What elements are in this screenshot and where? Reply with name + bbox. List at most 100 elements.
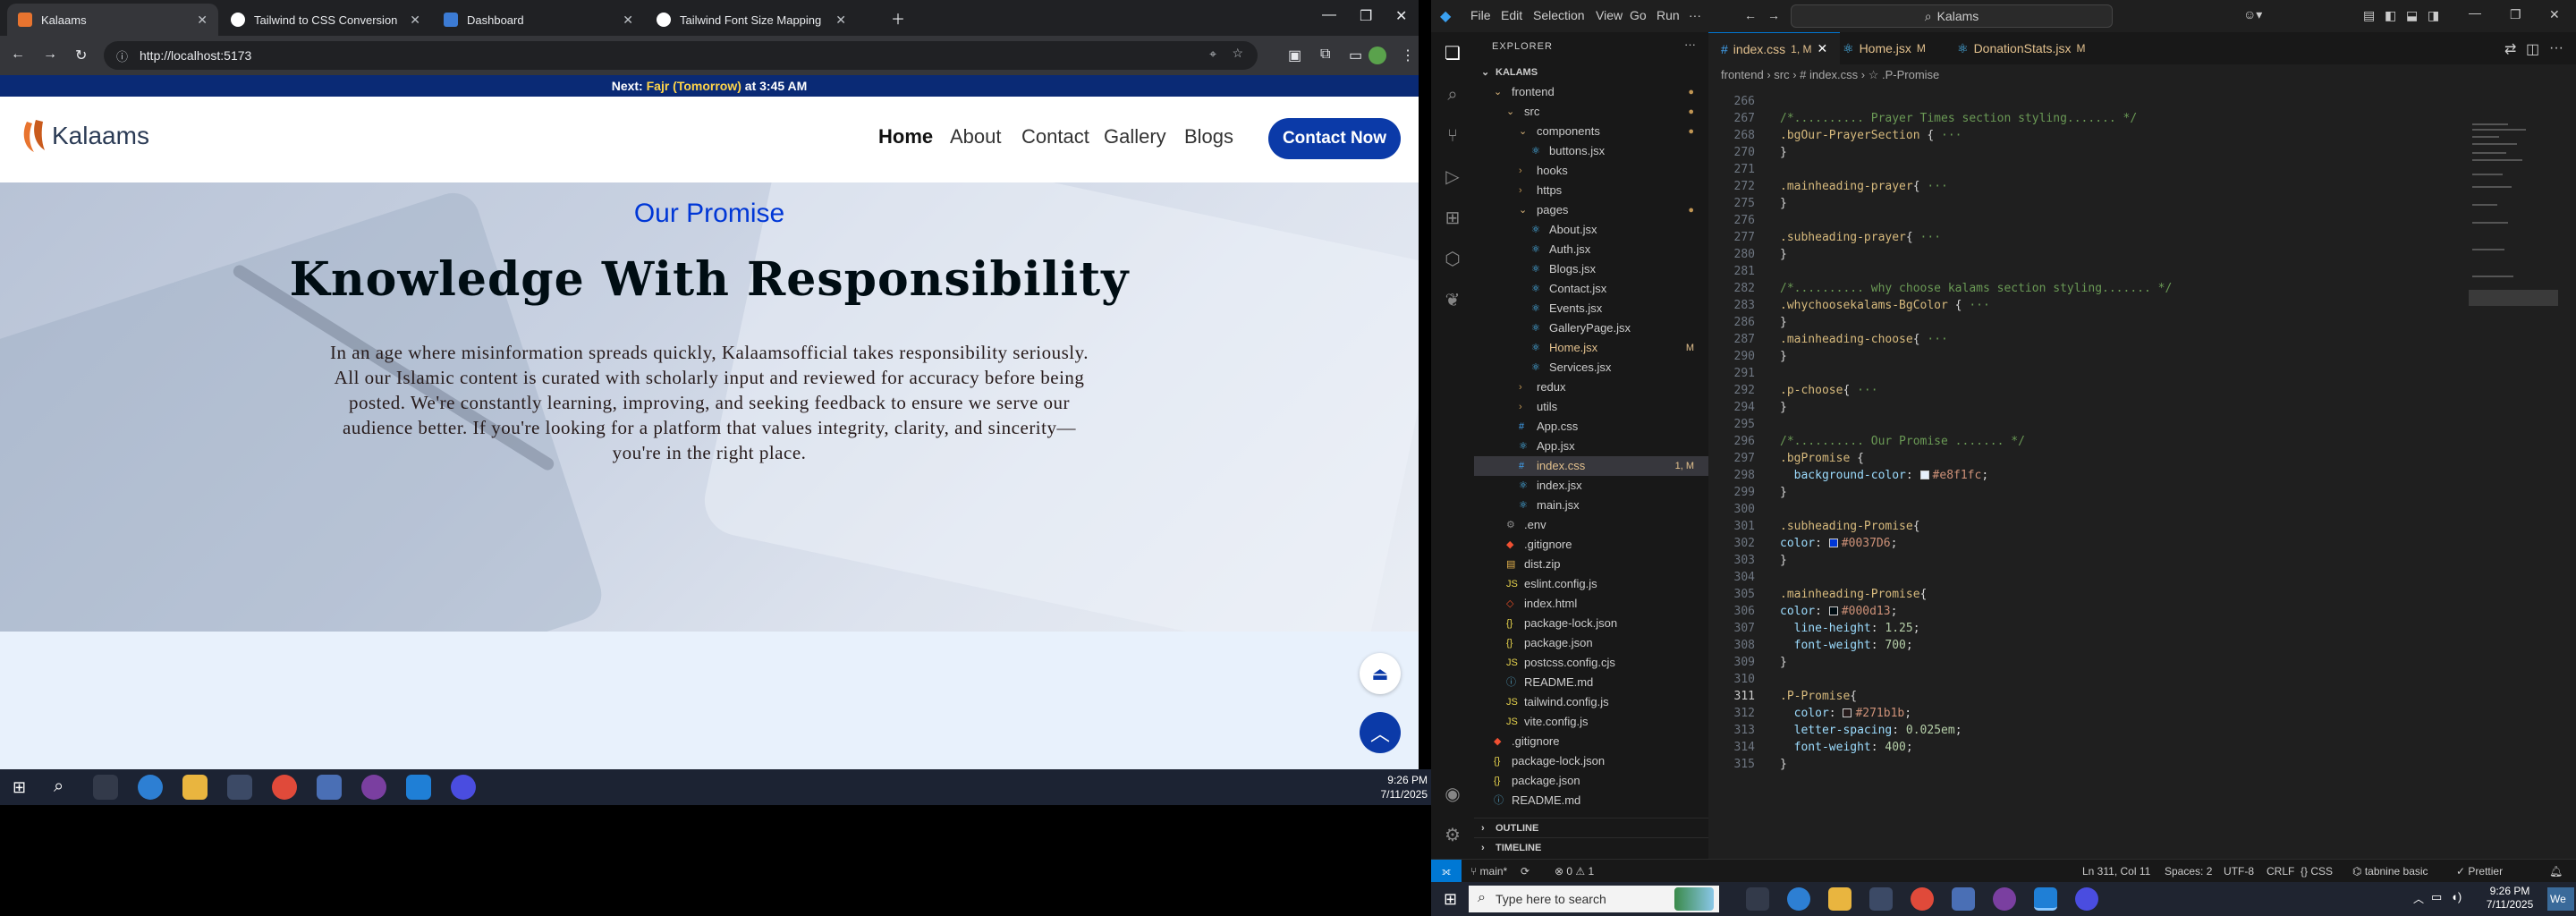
timeline-section[interactable]: › TIMELINE bbox=[1474, 837, 1708, 857]
code-line[interactable]: letter-spacing: 0.025em; bbox=[1780, 724, 1962, 737]
menu-view[interactable]: View bbox=[1596, 8, 1623, 22]
browser-tab-font-size[interactable]: Tailwind Font Size Mapping ✕ bbox=[646, 4, 857, 36]
code-line[interactable]: .subheading-Promise{ bbox=[1780, 520, 1920, 533]
minimap[interactable] bbox=[2469, 88, 2558, 445]
code-line[interactable]: } bbox=[1780, 486, 1787, 499]
editor-tab-home-jsx[interactable]: ⚛ Home.jsx M bbox=[1830, 32, 1938, 64]
new-tab-icon[interactable]: ＋ bbox=[891, 7, 905, 29]
encoding[interactable]: UTF-8 bbox=[2224, 865, 2254, 878]
tree-item[interactable]: ⚛ Auth.jsx bbox=[1474, 240, 1708, 259]
minimize-icon[interactable]: — bbox=[1322, 7, 1336, 23]
run-debug-icon[interactable]: ▷ bbox=[1440, 165, 1465, 190]
prettier-status[interactable]: ✓ Prettier bbox=[2456, 865, 2503, 878]
browser-tab-tailwind-css[interactable]: Tailwind to CSS Conversion ✕ bbox=[220, 4, 431, 36]
task-view-icon[interactable] bbox=[93, 775, 118, 800]
edge-icon[interactable] bbox=[138, 775, 163, 800]
tree-item[interactable]: JS postcss.config.cjs bbox=[1474, 653, 1708, 673]
tree-item[interactable]: JS tailwind.config.js bbox=[1474, 692, 1708, 712]
menu-run[interactable]: Run bbox=[1657, 8, 1680, 22]
tabnine-status[interactable]: ⌬ tabnine basic bbox=[2352, 865, 2428, 878]
tree-item[interactable]: ⚛ GalleryPage.jsx bbox=[1474, 318, 1708, 338]
code-line[interactable]: font-weight: 400; bbox=[1780, 741, 1913, 754]
close-tab-icon[interactable]: ✕ bbox=[410, 13, 420, 28]
close-tab-icon[interactable]: ✕ bbox=[623, 13, 633, 28]
app-icon[interactable] bbox=[317, 775, 342, 800]
edge-icon[interactable] bbox=[1787, 887, 1810, 911]
settings-gear-icon[interactable]: ⚙ bbox=[1440, 823, 1465, 848]
code-line[interactable]: .P-Promise{ bbox=[1780, 690, 1857, 703]
copilot-icon[interactable]: ☺▾ bbox=[2243, 7, 2262, 22]
tree-item[interactable]: › https bbox=[1474, 181, 1708, 200]
tree-item[interactable]: ⚛ Services.jsx bbox=[1474, 358, 1708, 377]
network-icon[interactable]: ▭ bbox=[2431, 890, 2442, 904]
code-line[interactable]: /*.......... why choose kalams section s… bbox=[1780, 282, 2172, 295]
code-line[interactable]: .mainheading-prayer{ ··· bbox=[1780, 180, 1948, 193]
code-line[interactable]: .mainheading-choose{ ··· bbox=[1780, 333, 1948, 346]
code-line[interactable]: color: #0037D6; bbox=[1780, 537, 1897, 550]
tree-item[interactable]: JS vite.config.js bbox=[1474, 712, 1708, 732]
tree-item[interactable]: › utils bbox=[1474, 397, 1708, 417]
nav-link-about[interactable]: About bbox=[950, 125, 1002, 148]
code-line[interactable]: /*.......... Prayer Times section stylin… bbox=[1780, 112, 2137, 125]
close-window-icon[interactable]: ✕ bbox=[1395, 7, 1407, 25]
code-line[interactable]: .bgOur-PrayerSection { ··· bbox=[1780, 129, 1962, 142]
close-window-icon[interactable]: ✕ bbox=[2549, 7, 2560, 22]
tree-item[interactable]: ⌄ components ● bbox=[1474, 122, 1708, 141]
source-control-icon[interactable]: ⑂ bbox=[1440, 123, 1465, 148]
problems-indicator[interactable]: ⊗ 0 ⚠ 1 bbox=[1555, 865, 1594, 878]
taskbar-search-box[interactable]: ⌕ Type here to search bbox=[1469, 886, 1719, 912]
bookmark-star-icon[interactable]: ☆ bbox=[1232, 46, 1243, 61]
tree-item[interactable]: {} package.json bbox=[1474, 771, 1708, 791]
cursor-position[interactable]: Ln 311, Col 11 bbox=[2082, 865, 2150, 878]
tree-item[interactable]: › redux bbox=[1474, 377, 1708, 397]
browser-tab-dashboard[interactable]: Dashboard ✕ bbox=[433, 4, 644, 36]
chrome-icon[interactable] bbox=[272, 775, 297, 800]
back-icon[interactable]: ← bbox=[11, 47, 25, 63]
file-explorer-icon[interactable] bbox=[1828, 887, 1852, 911]
sync-icon[interactable]: ⟳ bbox=[1521, 865, 1530, 878]
vscode-icon[interactable] bbox=[2034, 887, 2057, 911]
tree-item[interactable]: JS eslint.config.js bbox=[1474, 574, 1708, 594]
menu-go[interactable]: Go bbox=[1630, 8, 1647, 22]
tree-item[interactable]: ⚙ .env bbox=[1474, 515, 1708, 535]
editor-more-icon[interactable]: ··· bbox=[2549, 40, 2563, 56]
search-icon[interactable]: ⌕ bbox=[1440, 82, 1465, 107]
browser-menu-icon[interactable]: ⋮ bbox=[1401, 47, 1415, 64]
github-desktop-icon[interactable] bbox=[1993, 887, 2016, 911]
editor-tab-donationstats-jsx[interactable]: ⚛ DonationStats.jsx M bbox=[1945, 32, 2098, 64]
address-bar[interactable]: ⓘ http://localhost:5173 ⌖ ☆ bbox=[104, 41, 1258, 70]
code-editor[interactable]: 266 267 /*.......... Prayer Times section … bbox=[1708, 88, 2576, 821]
chrome-icon[interactable] bbox=[1911, 887, 1934, 911]
language-mode[interactable]: {} CSS bbox=[2301, 865, 2333, 878]
close-tab-icon[interactable]: ✕ bbox=[1818, 41, 1828, 56]
split-editor-icon[interactable]: ◫ bbox=[2526, 40, 2539, 58]
tree-item[interactable]: ⚛ index.jsx bbox=[1474, 476, 1708, 496]
code-line[interactable]: } bbox=[1780, 401, 1787, 414]
toggle-panel-icon[interactable]: ⬓ bbox=[2406, 8, 2418, 23]
remote-indicator-icon[interactable]: ⟗ bbox=[1431, 860, 1462, 882]
tree-item[interactable]: {} package-lock.json bbox=[1474, 751, 1708, 771]
code-line[interactable]: color: #271b1b; bbox=[1780, 707, 1911, 720]
account-icon[interactable]: ◉ bbox=[1440, 782, 1465, 807]
tree-item[interactable]: › hooks bbox=[1474, 161, 1708, 181]
tree-item[interactable]: ⚛ Blogs.jsx bbox=[1474, 259, 1708, 279]
profile-avatar[interactable] bbox=[1368, 47, 1386, 64]
tree-item[interactable]: ⚛ About.jsx bbox=[1474, 220, 1708, 240]
windows-start-icon[interactable]: ⊞ bbox=[1444, 890, 1457, 909]
code-line[interactable]: .p-choose{ ··· bbox=[1780, 384, 1878, 397]
tree-item[interactable]: # index.css 1, M bbox=[1474, 456, 1708, 476]
zoom-icon[interactable] bbox=[2075, 887, 2098, 911]
explorer-icon[interactable]: ❏ bbox=[1440, 41, 1465, 66]
close-tab-icon[interactable]: ✕ bbox=[197, 13, 208, 28]
menu-selection[interactable]: Selection bbox=[1533, 8, 1585, 22]
code-line[interactable]: .bgPromise { bbox=[1780, 452, 1864, 465]
zoom-icon[interactable] bbox=[451, 775, 476, 800]
code-line[interactable]: font-weight: 700; bbox=[1780, 639, 1913, 652]
tree-item[interactable]: ◇ index.html bbox=[1474, 594, 1708, 614]
tree-item[interactable]: # App.css bbox=[1474, 417, 1708, 437]
store-icon[interactable] bbox=[1869, 887, 1893, 911]
editor-tab-index-css[interactable]: # index.css 1, M ✕ bbox=[1708, 32, 1841, 64]
nav-back-icon[interactable]: ← bbox=[1744, 8, 1757, 22]
code-line[interactable]: line-height: 1.25; bbox=[1780, 622, 1920, 635]
mongodb-leaf-icon[interactable]: ❦ bbox=[1440, 288, 1465, 313]
